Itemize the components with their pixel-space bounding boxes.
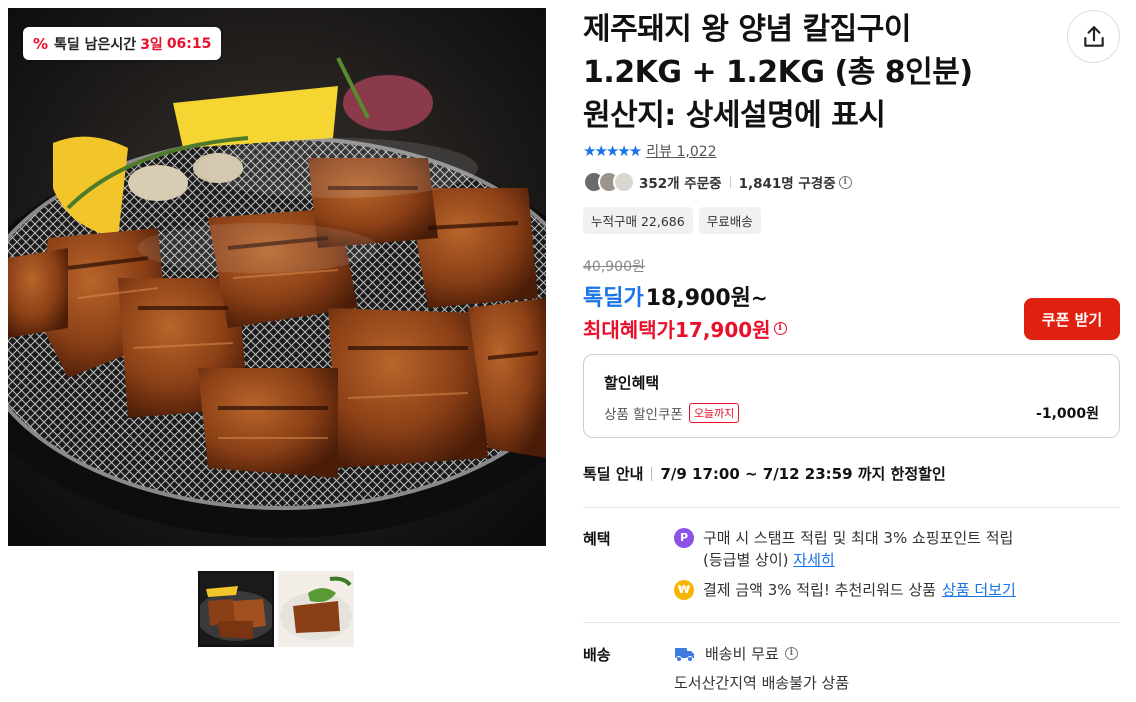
thumbnail-2[interactable]: [278, 571, 354, 647]
original-price: 40,900원: [583, 259, 645, 275]
star-rating-icon: ★★★★★: [583, 142, 642, 160]
deal-info-row: 톡딜 안내 7/9 17:00 ~ 7/12 23:59 까지 한정할인: [583, 463, 946, 484]
section-divider: [583, 622, 1120, 623]
orders-count: 352개 주문중: [639, 176, 722, 192]
share-icon: [1083, 25, 1104, 47]
details-link[interactable]: 자세히: [793, 551, 834, 569]
benefit-item-reward: ₩ 결제 금액 3% 적립! 추천리워드 상품 상품 더보기: [674, 579, 1016, 601]
shipping-fee-text: 배송비 무료: [705, 645, 779, 663]
thumbnail-list: [198, 571, 354, 647]
deal-timer-badge: % 톡딜 남은시간 3일 06:15: [23, 27, 222, 60]
rating-row: ★★★★★ 리뷰 1,022: [583, 141, 717, 161]
discount-item-row: 상품 할인쿠폰 오늘까지 -1,000원: [604, 403, 1099, 423]
max-price-label: 최대혜택가: [583, 318, 675, 342]
product-title-line2: 1.2KG + 1.2KG (총 8인분): [583, 55, 973, 90]
deal-price-suffix: ~: [750, 286, 768, 310]
chip-cumulative-purchases: 누적구매 22,686: [583, 207, 693, 234]
deal-timer-label: 톡딜 남은시간: [54, 36, 137, 53]
divider: [729, 176, 731, 188]
discount-item-badge: 오늘까지: [688, 403, 740, 423]
review-count-link[interactable]: 리뷰 1,022: [646, 141, 716, 161]
viewers-count: 1,841명 구경중: [738, 176, 836, 192]
section-divider: [583, 507, 1120, 508]
discount-item-label: 상품 할인쿠폰: [604, 407, 683, 423]
info-icon[interactable]: i: [784, 647, 798, 660]
deal-price-value: 18,900원: [645, 286, 751, 311]
product-title-line3: 원산지: 상세설명에 표시: [583, 98, 886, 133]
product-chips: 누적구매 22,686 무료배송: [583, 207, 761, 234]
discount-benefit-box: 할인혜택 상품 할인쿠폰 오늘까지 -1,000원: [583, 354, 1120, 438]
benefit-item-points: P 구매 시 스탬프 적립 및 최대 3% 쇼핑포인트 적립 (등급별 상이) …: [674, 527, 1013, 571]
product-title-line1: 제주돼지 왕 양념 칼집구이: [583, 12, 911, 47]
deal-price-label: 톡딜가: [583, 286, 644, 311]
benefit-points-text2: (등급별 상이): [703, 551, 789, 569]
benefit-points-text-block: 구매 시 스탬프 적립 및 최대 3% 쇼핑포인트 적립 (등급별 상이) 자세…: [703, 527, 1013, 571]
benefit-reward-text: 결제 금액 3% 적립! 추천리워드 상품: [703, 581, 937, 599]
deal-price-row: 톡딜가 18,900원 ~: [583, 280, 768, 312]
avatar: [613, 171, 635, 193]
product-title: 제주돼지 왕 양념 칼집구이 1.2KG + 1.2KG (총 8인분) 원산지…: [583, 8, 1053, 137]
point-coin-icon: P: [674, 528, 694, 548]
thumbnail-1[interactable]: [198, 571, 274, 647]
shipping-label: 배송: [583, 646, 611, 664]
benefit-points-text: 구매 시 스탬프 적립 및 최대 3% 쇼핑포인트 적립: [703, 529, 1014, 547]
deal-info-text: 7/9 17:00 ~ 7/12 23:59 까지 한정할인: [660, 465, 946, 483]
info-icon[interactable]: i: [773, 322, 787, 335]
truck-icon: [675, 647, 694, 662]
shipping-note: 도서산간지역 배송불가 상품: [674, 674, 850, 692]
discount-heading: 할인혜택: [604, 374, 660, 392]
share-button[interactable]: [1067, 10, 1120, 63]
shipping-fee-row: 배송비 무료 i: [674, 643, 798, 664]
won-coin-icon: ₩: [674, 580, 694, 600]
get-coupon-button[interactable]: 쿠폰 받기: [1024, 298, 1120, 340]
max-benefit-price-row: 최대혜택가 17,900원 i: [583, 314, 787, 343]
buyer-avatars: [583, 171, 635, 193]
max-price-value: 17,900원: [675, 318, 771, 342]
benefit-points-text2-row: (등급별 상이) 자세히: [703, 549, 1013, 571]
divider: [651, 466, 653, 481]
info-icon[interactable]: i: [838, 175, 852, 189]
chip-free-shipping: 무료배송: [698, 207, 761, 234]
more-products-link[interactable]: 상품 더보기: [942, 579, 1016, 601]
discount-item-amount: -1,000원: [1036, 406, 1099, 422]
deal-timer-days: 3일: [140, 36, 163, 53]
product-main-image[interactable]: [8, 8, 546, 546]
benefits-label: 혜택: [583, 530, 611, 548]
social-proof-row: 352개 주문중 1,841명 구경중 i: [583, 171, 852, 193]
deal-timer-time: 06:15: [166, 35, 212, 52]
percent-icon: %: [33, 34, 49, 53]
deal-info-label: 톡딜 안내: [583, 465, 644, 483]
